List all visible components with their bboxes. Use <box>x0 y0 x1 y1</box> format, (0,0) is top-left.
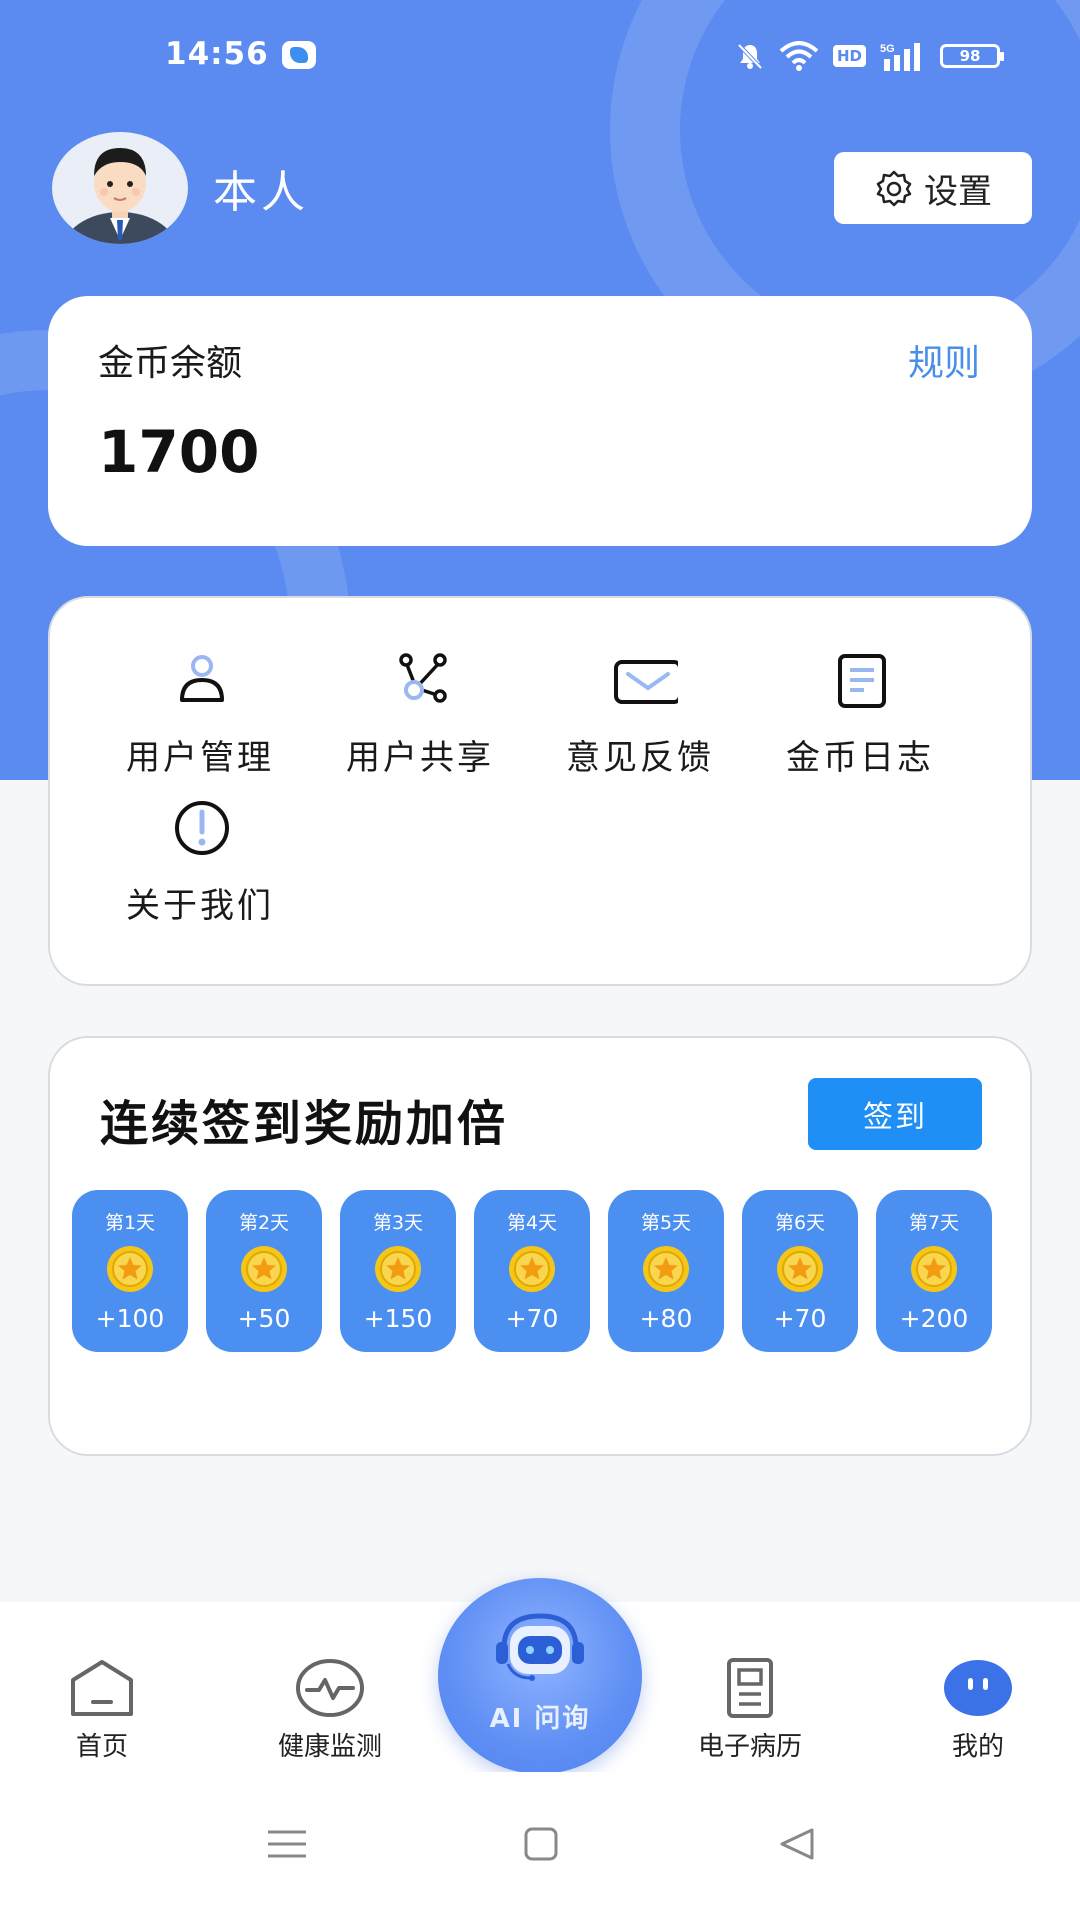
tab-home[interactable]: 首页 <box>12 1658 192 1768</box>
svg-text:5G: 5G <box>880 43 895 55</box>
menu-item-label: 意见反馈 <box>566 738 714 778</box>
day-reward: +200 <box>899 1304 969 1333</box>
avatar-illustration <box>63 148 177 244</box>
coin-icon <box>777 1246 823 1292</box>
coin-icon <box>911 1246 957 1292</box>
day-label: 第6天 <box>774 1212 826 1234</box>
ai-consult-button[interactable]: AI 问询 <box>438 1578 642 1774</box>
signin-day-7[interactable]: 第7天 +200 <box>876 1190 992 1352</box>
menu-icon[interactable] <box>262 1824 312 1864</box>
day-label: 第7天 <box>908 1212 960 1234</box>
pulse-icon <box>296 1659 364 1717</box>
ai-consult-label: AI 问询 <box>489 1704 591 1734</box>
balance-card: 金币余额 规则 1700 <box>48 296 1032 546</box>
menu-item-label: 金币日志 <box>786 738 934 778</box>
menu-item-label: 关于我们 <box>126 886 274 926</box>
mail-icon <box>614 660 678 704</box>
day-reward: +150 <box>363 1304 433 1333</box>
balance-amount: 1700 <box>98 418 260 486</box>
tab-label: 我的 <box>951 1732 1004 1762</box>
record-icon <box>727 1658 773 1718</box>
day-reward: +70 <box>773 1304 827 1333</box>
coin-icon <box>107 1246 153 1292</box>
day-reward: +80 <box>639 1304 693 1333</box>
rules-link[interactable]: 规则 <box>908 334 980 386</box>
day-reward: +100 <box>95 1304 165 1333</box>
home-icon <box>71 1660 133 1716</box>
mute-icon <box>737 43 763 70</box>
function-menu: 用户管理 用户共享 意见反馈 金币日志 关于我们 <box>48 596 1032 986</box>
day-label: 第5天 <box>640 1212 692 1234</box>
signin-day-2[interactable]: 第2天 +50 <box>206 1190 322 1352</box>
coin-icon <box>241 1246 287 1292</box>
menu-item-feedback[interactable]: 意见反馈 <box>530 650 750 790</box>
signin-day-5[interactable]: 第5天 +80 <box>608 1190 724 1352</box>
signin-day-6[interactable]: 第6天 +70 <box>742 1190 858 1352</box>
menu-item-user-management[interactable]: 用户管理 <box>90 650 310 790</box>
status-icons: HD 5G 98 <box>735 36 1004 76</box>
home-square-icon[interactable] <box>516 1824 566 1864</box>
settings-button[interactable]: 设置 <box>834 152 1032 224</box>
gear-icon <box>876 170 912 207</box>
document-icon <box>838 654 886 708</box>
robot-icon <box>496 1613 584 1681</box>
coin-icon <box>375 1246 421 1292</box>
tab-mine[interactable]: 我的 <box>888 1658 1068 1768</box>
tab-health-monitor[interactable]: 健康监测 <box>240 1658 420 1768</box>
tab-label: 首页 <box>75 1732 128 1762</box>
share-icon <box>399 653 447 703</box>
app-icon <box>282 41 316 69</box>
day-reward: +70 <box>505 1304 559 1333</box>
day-label: 第3天 <box>372 1212 424 1234</box>
avatar[interactable] <box>52 132 188 244</box>
hd-icon: HD <box>832 45 866 67</box>
info-icon <box>175 801 229 855</box>
battery-icon: 98 <box>940 44 1004 68</box>
day-label: 第1天 <box>104 1212 156 1234</box>
back-triangle-icon[interactable] <box>772 1824 822 1864</box>
day-label: 第4天 <box>506 1212 558 1234</box>
day-reward: +50 <box>237 1304 291 1333</box>
coin-icon <box>509 1246 555 1292</box>
menu-item-about-us[interactable]: 关于我们 <box>90 798 310 938</box>
settings-label: 设置 <box>924 171 992 212</box>
day-label: 第2天 <box>238 1212 290 1234</box>
tab-label: 健康监测 <box>277 1732 382 1762</box>
signin-day-4[interactable]: 第4天 +70 <box>474 1190 590 1352</box>
system-nav-bar <box>0 1772 1080 1920</box>
user-name: 本人 <box>213 167 309 218</box>
signin-card: 连续签到奖励加倍 签到 第1天 +100 第2天 +50 第3天 +150 第4… <box>48 1036 1032 1456</box>
wifi-icon <box>779 41 819 71</box>
signin-title: 连续签到奖励加倍 <box>100 1096 509 1152</box>
menu-item-label: 用户管理 <box>126 738 274 778</box>
user-icon <box>180 655 224 702</box>
status-bar: 14:56 HD 5G 98 <box>0 0 1080 110</box>
menu-item-user-share[interactable]: 用户共享 <box>310 650 530 790</box>
coin-icon <box>643 1246 689 1292</box>
signin-day-3[interactable]: 第3天 +150 <box>340 1190 456 1352</box>
menu-item-coin-log[interactable]: 金币日志 <box>750 650 970 790</box>
signin-button[interactable]: 签到 <box>808 1078 982 1150</box>
menu-item-label: 用户共享 <box>346 738 494 778</box>
tab-medical-records[interactable]: 电子病历 <box>660 1658 840 1768</box>
signal-icon: 5G <box>880 43 920 71</box>
balance-label: 金币余额 <box>98 343 243 384</box>
tab-label: 电子病历 <box>697 1732 802 1762</box>
profile-face-icon <box>944 1660 1012 1716</box>
signin-day-1[interactable]: 第1天 +100 <box>72 1190 188 1352</box>
status-time: 14:56 <box>165 36 269 72</box>
